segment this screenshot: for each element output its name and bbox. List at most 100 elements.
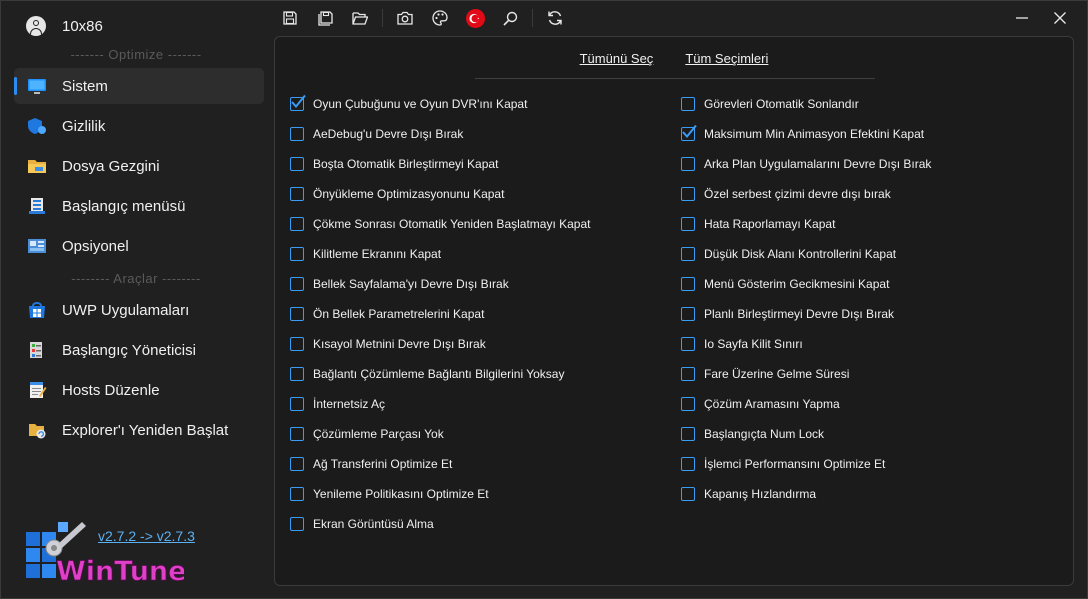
option-internetsiz-ac[interactable]: İnternetsiz Aç	[290, 394, 385, 414]
checkbox[interactable]	[681, 97, 695, 111]
option-hata-raporlamay-kapat[interactable]: Hata Raporlamayı Kapat	[681, 214, 835, 234]
checkbox[interactable]	[681, 217, 695, 231]
option-label: Özel serbest çizimi devre dışı bırak	[704, 187, 891, 201]
checkbox[interactable]	[681, 157, 695, 171]
option-label: Arka Plan Uygulamalarını Devre Dışı Bıra…	[704, 157, 932, 171]
sidebar-item-baslangic-yoneticisi[interactable]: Başlangıç Yöneticisi	[14, 332, 264, 368]
option-cozum-aramas-n-yapma[interactable]: Çözüm Aramasını Yapma	[681, 394, 840, 414]
option-planl-birlestirmeyi-devre-d-s-b-rak[interactable]: Planlı Birleştirmeyi Devre Dışı Bırak	[681, 304, 894, 324]
option-baglant-cozumleme-baglant-bilgilerini-yoksay[interactable]: Bağlantı Çözümleme Bağlantı Bilgilerini …	[290, 364, 564, 384]
sidebar-item-baslangic-menusu[interactable]: Başlangıç menüsü	[14, 188, 264, 224]
option-ekran-goruntusu-alma[interactable]: Ekran Görüntüsü Alma	[290, 514, 434, 534]
language-button[interactable]	[465, 8, 485, 28]
checkbox[interactable]	[290, 517, 304, 531]
sidebar-item-label: Gizlilik	[62, 117, 106, 135]
checkbox[interactable]	[681, 187, 695, 201]
checkbox[interactable]	[290, 487, 304, 501]
all-selections-link[interactable]: Tüm Seçimleri	[685, 51, 768, 66]
control-panel-icon	[28, 239, 46, 253]
sidebar-item-opsiyonel[interactable]: Opsiyonel	[14, 228, 264, 264]
option-bellek-sayfalama-y-devre-d-s-b-rak[interactable]: Bellek Sayfalama'yı Devre Dışı Bırak	[290, 274, 509, 294]
checkbox[interactable]	[681, 487, 695, 501]
option-fare-uzerine-gelme-suresi[interactable]: Fare Üzerine Gelme Süresi	[681, 364, 849, 384]
option-arka-plan-uygulamalar-n-devre-d-s-b-rak[interactable]: Arka Plan Uygulamalarını Devre Dışı Bıra…	[681, 154, 931, 174]
save-all-icon	[317, 10, 333, 26]
option-label: Boşta Otomatik Birleştirmeyi Kapat	[313, 157, 499, 171]
sidebar-item-sistem[interactable]: Sistem	[14, 68, 264, 104]
svg-text:WinTune: WinTune	[56, 556, 184, 586]
option-label: Ön Bellek Parametrelerini Kapat	[313, 307, 485, 321]
checkbox[interactable]	[681, 427, 695, 441]
option-aedebug-u-devre-d-s-b-rak[interactable]: AeDebug'u Devre Dışı Bırak	[290, 124, 463, 144]
sidebar-item-dosya-gezgini[interactable]: Dosya Gezgini	[14, 148, 264, 184]
minimize-button[interactable]	[1012, 8, 1032, 28]
search-button[interactable]	[500, 8, 520, 28]
close-button[interactable]	[1050, 8, 1070, 28]
save-all-button[interactable]	[315, 8, 335, 28]
checkbox[interactable]	[290, 457, 304, 471]
option-oyun-cubugunu-ve-oyun-dvr-n-kapat[interactable]: Oyun Çubuğunu ve Oyun DVR'ını Kapat	[290, 94, 527, 114]
theme-button[interactable]	[430, 8, 450, 28]
option-kilitleme-ekran-n-kapat[interactable]: Kilitleme Ekranını Kapat	[290, 244, 441, 264]
checkbox[interactable]	[290, 277, 304, 291]
checkbox[interactable]	[290, 127, 304, 141]
sidebar-item-hosts-duzenle[interactable]: Hosts Düzenle	[14, 372, 264, 408]
option-kapan-s-h-zland-rma[interactable]: Kapanış Hızlandırma	[681, 484, 816, 504]
checkbox[interactable]	[681, 124, 697, 141]
checkbox[interactable]	[681, 457, 695, 471]
sidebar-item-gizlilik[interactable]: Gizlilik	[14, 108, 264, 144]
option-gorevleri-otomatik-sonland-r[interactable]: Görevleri Otomatik Sonlandır	[681, 94, 859, 114]
checkbox[interactable]	[681, 277, 695, 291]
sidebar-item-explorer-restart[interactable]: Explorer'ı Yeniden Başlat	[14, 412, 264, 448]
option-k-sayol-metnini-devre-d-s-b-rak[interactable]: Kısayol Metnini Devre Dışı Bırak	[290, 334, 486, 354]
checkbox[interactable]	[290, 94, 306, 111]
checkbox[interactable]	[290, 157, 304, 171]
checkbox[interactable]	[290, 427, 304, 441]
option-label: Görevleri Otomatik Sonlandır	[704, 97, 859, 111]
option-islemci-performans-n-optimize-et[interactable]: İşlemci Performansını Optimize Et	[681, 454, 885, 474]
sidebar-item-label: Başlangıç menüsü	[62, 197, 186, 215]
shield-icon	[28, 118, 46, 134]
option-maksimum-min-animasyon-efektini-kapat[interactable]: Maksimum Min Animasyon Efektini Kapat	[681, 124, 924, 144]
user-profile[interactable]: 10x86	[26, 14, 103, 38]
checkbox[interactable]	[681, 367, 695, 381]
option-cokme-sonras-otomatik-yeniden-baslatmay-kapat[interactable]: Çökme Sonrası Otomatik Yeniden Başlatmay…	[290, 214, 590, 234]
refresh-button[interactable]	[545, 8, 565, 28]
sidebar-item-label: Sistem	[62, 77, 108, 95]
checkbox[interactable]	[290, 187, 304, 201]
sidebar-item-uwp-uygulamalari[interactable]: UWP Uygulamaları	[14, 292, 264, 328]
checkbox[interactable]	[681, 337, 695, 351]
checkbox[interactable]	[290, 247, 304, 261]
open-folder-button[interactable]	[350, 8, 370, 28]
option-dusuk-disk-alan-kontrollerini-kapat[interactable]: Düşük Disk Alanı Kontrollerini Kapat	[681, 244, 896, 264]
save-button[interactable]	[280, 8, 300, 28]
refresh-icon	[548, 11, 562, 25]
open-folder-icon	[352, 11, 368, 25]
option-menu-gosterim-gecikmesini-kapat[interactable]: Menü Gösterim Gecikmesini Kapat	[681, 274, 889, 294]
sidebar-item-label: UWP Uygulamaları	[62, 301, 190, 319]
screenshot-button[interactable]	[395, 8, 415, 28]
checkbox[interactable]	[290, 367, 304, 381]
checkbox[interactable]	[681, 307, 695, 321]
option-ozel-serbest-cizimi-devre-d-s-b-rak[interactable]: Özel serbest çizimi devre dışı bırak	[681, 184, 891, 204]
checkbox[interactable]	[681, 247, 695, 261]
toolbar	[280, 8, 580, 28]
option-baslang-cta-num-lock[interactable]: Başlangıçta Num Lock	[681, 424, 824, 444]
checkbox[interactable]	[290, 337, 304, 351]
active-indicator	[14, 77, 17, 95]
option-io-sayfa-kilit-s-n-r[interactable]: Io Sayfa Kilit Sınırı	[681, 334, 803, 354]
option-bosta-otomatik-birlestirmeyi-kapat[interactable]: Boşta Otomatik Birleştirmeyi Kapat	[290, 154, 498, 174]
option-onyukleme-optimizasyonunu-kapat[interactable]: Önyükleme Optimizasyonunu Kapat	[290, 184, 504, 204]
checkbox[interactable]	[290, 217, 304, 231]
option-yenileme-politikas-n-optimize-et[interactable]: Yenileme Politikasını Optimize Et	[290, 484, 489, 504]
checkbox[interactable]	[290, 397, 304, 411]
option-cozumleme-parcas-yok[interactable]: Çözümleme Parçası Yok	[290, 424, 444, 444]
version-update-link[interactable]: v2.7.2 -> v2.7.3	[98, 528, 195, 544]
option-ag-transferini-optimize-et[interactable]: Ağ Transferini Optimize Et	[290, 454, 452, 474]
option-on-bellek-parametrelerini-kapat[interactable]: Ön Bellek Parametrelerini Kapat	[290, 304, 484, 324]
checkbox[interactable]	[290, 307, 304, 321]
checkbox[interactable]	[681, 397, 695, 411]
select-all-link[interactable]: Tümünü Seç	[580, 51, 654, 66]
toolbar-separator	[382, 9, 383, 27]
option-label: Önyükleme Optimizasyonunu Kapat	[313, 187, 505, 201]
